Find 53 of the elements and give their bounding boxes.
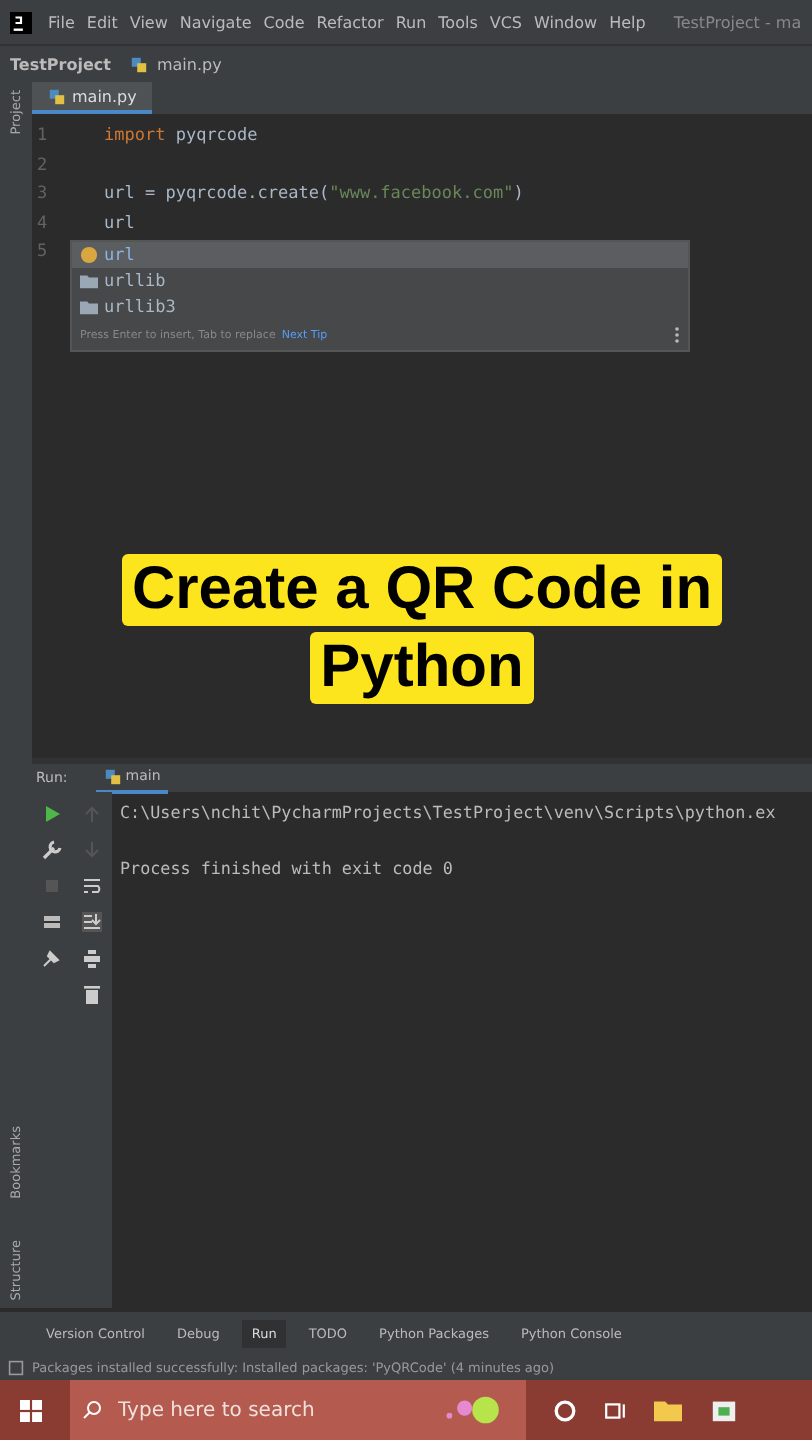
- more-icon[interactable]: [674, 326, 680, 344]
- caption-text: Python: [310, 632, 534, 704]
- completion-item[interactable]: urllib3: [72, 294, 688, 320]
- cortana-icon[interactable]: [554, 1399, 576, 1421]
- code-line: url: [104, 213, 135, 234]
- line-number: 5: [34, 242, 50, 263]
- window-title: TestProject - ma: [673, 13, 802, 31]
- menu-item[interactable]: Refactor: [316, 13, 384, 31]
- pin-icon[interactable]: [42, 948, 62, 968]
- variable-icon: [80, 246, 98, 264]
- breadcrumb-item[interactable]: main.py: [156, 55, 222, 73]
- app-logo-icon: [10, 11, 32, 33]
- code-line: import pyqrcode: [104, 126, 258, 147]
- menu-item[interactable]: File: [48, 13, 75, 31]
- layout-icon[interactable]: [42, 912, 62, 932]
- menu-item[interactable]: Code: [263, 13, 305, 31]
- status-icon: [8, 1360, 24, 1376]
- line-number: 3: [34, 184, 50, 205]
- windows-start-icon[interactable]: [20, 1399, 42, 1421]
- breadcrumb-item[interactable]: TestProject: [10, 55, 111, 73]
- python-icon: [103, 767, 122, 785]
- menu-item[interactable]: Window: [534, 13, 598, 31]
- menu-item[interactable]: Navigate: [179, 13, 252, 31]
- python-file-icon: [130, 55, 149, 73]
- soft-wrap-icon[interactable]: [82, 876, 102, 896]
- completion-item[interactable]: urllib: [72, 268, 688, 294]
- menu-item[interactable]: Tools: [438, 13, 478, 31]
- taskbar-search-bar[interactable]: Type here to search: [70, 1380, 526, 1440]
- folder-icon[interactable]: [654, 1396, 682, 1424]
- console-output-line: Process finished with exit code 0: [120, 858, 453, 878]
- menu-item[interactable]: Run: [395, 13, 427, 31]
- caption-text: Create a QR Code in: [121, 554, 723, 626]
- python-file-icon: [48, 87, 66, 105]
- task-view-icon[interactable]: [604, 1399, 626, 1421]
- search-icon: [82, 1400, 102, 1420]
- store-icon[interactable]: [710, 1396, 738, 1424]
- code-line: url = pyqrcode.create("www.facebook.com"): [104, 184, 524, 205]
- menu-item[interactable]: Edit: [86, 13, 118, 31]
- wrench-icon[interactable]: [42, 840, 62, 860]
- print-icon[interactable]: [82, 948, 102, 968]
- completion-item[interactable]: url: [72, 242, 688, 268]
- search-input[interactable]: Type here to search: [114, 1397, 426, 1423]
- line-number: 2: [34, 155, 50, 176]
- menu-item[interactable]: VCS: [489, 13, 523, 31]
- line-number: 1: [34, 126, 50, 147]
- menu-item[interactable]: Help: [609, 13, 646, 31]
- console-output-line: C:\Users\nchit\PycharmProjects\TestProject\venv\Scripts\python.ex: [120, 802, 776, 822]
- editor-tab[interactable]: main.py: [32, 82, 153, 114]
- menu-item[interactable]: View: [129, 13, 168, 31]
- line-number: 4: [34, 213, 50, 234]
- scroll-to-end-icon[interactable]: [82, 912, 102, 932]
- trash-icon[interactable]: [82, 984, 102, 1004]
- run-icon[interactable]: [42, 804, 62, 824]
